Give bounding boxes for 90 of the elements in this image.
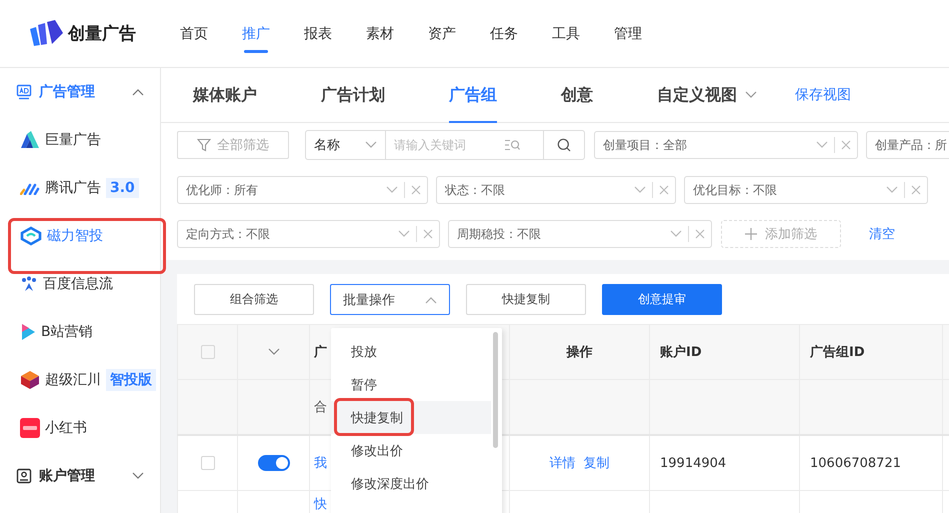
view-tab[interactable]: 自定义视图 [657,68,757,122]
id-card-icon [16,468,32,484]
clear-icon[interactable] [841,140,851,150]
column-header: 广告组ID [810,345,865,360]
scrollbar[interactable] [493,332,498,448]
filter-select[interactable]: 创量产品：所 [866,131,949,159]
sidebar-item[interactable]: 巨量广告 [0,116,101,164]
chevron-down-icon [365,141,377,149]
menu-item[interactable]: 投放 [331,335,491,368]
nav-tab[interactable]: 任务 [486,0,522,67]
table-cell: 19914904 [660,456,726,470]
nav-tab[interactable]: 首页 [176,0,212,67]
batch-actions-dropdown[interactable]: 批量操作 [330,284,450,315]
chevron-up-icon [132,88,144,96]
nav-tab[interactable]: 推广 [238,0,274,67]
chevron-down-icon [386,186,398,194]
menu-item[interactable]: 修改深度出价 [331,467,491,500]
chevron-down-icon [268,348,280,356]
clear-icon[interactable] [695,229,705,239]
cube-icon [20,370,40,390]
peaks-icon [20,131,40,149]
filter-icon [197,138,211,152]
field-select[interactable]: 名称 [306,131,386,159]
chevron-up-icon [425,296,437,304]
logo-text: 创量广告 [68,23,136,45]
nav-tab[interactable]: 报表 [300,0,336,67]
toolbar-button[interactable]: 组合筛选 [194,284,314,315]
table-cell: 10606708721 [810,456,901,470]
view-tab[interactable]: 广告计划 [321,68,385,122]
hexagon-icon [20,226,42,246]
filter-select[interactable]: 创量项目：全部 [594,131,858,159]
toolbar-button[interactable]: 快捷复制 [466,284,586,315]
chevron-down-icon [670,230,682,238]
sidebar-item[interactable]: 超级汇川 智投版 [0,356,156,404]
view-tab[interactable]: 创意 [561,68,593,122]
save-view-link[interactable]: 保存视图 [795,86,851,104]
sidebar-item[interactable]: 腾讯广告 3.0 [0,164,139,212]
column-header: 操作 [566,345,592,360]
column-header: 账户ID [660,345,702,360]
menu-item[interactable]: 暂停 [331,368,491,401]
clear-icon[interactable] [411,185,421,195]
nav-tab[interactable]: 管理 [610,0,646,67]
search-icon [557,138,571,152]
view-tab[interactable]: 广告组 [449,68,497,122]
checkbox[interactable] [200,344,214,359]
filter-select[interactable]: 优化师：所有 [177,176,428,204]
clear-link[interactable]: 清空 [869,225,895,243]
nav-tab[interactable]: 资产 [424,0,460,67]
clear-icon[interactable] [659,185,669,195]
column-header: 广 [314,345,327,360]
name-link[interactable]: 快 [314,497,327,512]
toggle-switch[interactable] [258,455,290,471]
nav-tab[interactable]: 素材 [362,0,398,67]
paw-icon [20,276,38,292]
chevron-down-icon [886,186,898,194]
play-icon [20,323,36,341]
filter-select[interactable]: 状态：不限 [436,176,676,204]
chevron-down-icon [398,230,410,238]
chevron-down-icon [816,141,828,149]
filter-select[interactable]: 优化目标：不限 [684,176,928,204]
stripes-icon [20,181,40,195]
filter-select[interactable]: 定向方式：不限 [177,220,440,248]
app-logo-icon [20,418,40,438]
ad-icon [16,84,32,100]
search-list-icon [504,139,520,151]
checkbox[interactable] [200,456,214,470]
plus-icon [745,228,757,240]
submit-review-button[interactable]: 创意提审 [602,284,722,315]
action-link[interactable]: 复制 [584,456,610,471]
menu-item[interactable]: 修改出价 [331,434,491,467]
summary-label: 合 [314,400,327,415]
action-link[interactable]: 详情 [550,456,576,471]
view-tab[interactable]: 媒体账户 [193,68,257,122]
chevron-down-icon [132,472,144,480]
nav-tab[interactable]: 工具 [548,0,584,67]
logo-icon [28,20,64,48]
sidebar-item[interactable]: 小红书 [0,404,87,452]
clear-icon[interactable] [423,229,433,239]
sidebar-group[interactable]: 广告管理 [0,68,160,116]
menu-item[interactable]: 快捷复制 [331,401,491,434]
clear-icon[interactable] [911,185,921,195]
sidebar-item[interactable]: B站营销 [0,308,93,356]
filter-select[interactable]: 周期稳投：不限 [448,220,712,248]
sidebar-item[interactable]: 磁力智投 [0,212,103,260]
name-link[interactable]: 我 [314,456,327,471]
sidebar-group[interactable]: 账户管理 [0,452,160,500]
sidebar-item[interactable]: 百度信息流 [0,260,113,308]
version-badge: 3.0 [106,178,139,198]
chevron-down-icon [634,186,646,194]
version-badge: 智投版 [106,369,156,391]
